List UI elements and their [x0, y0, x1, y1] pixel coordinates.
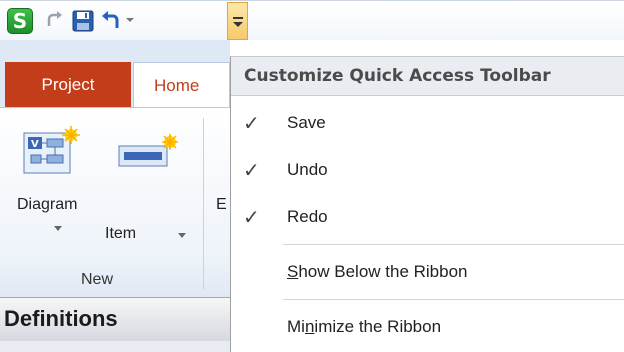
menu-item-undo[interactable]: ✓ Undo — [231, 148, 624, 194]
app-logo-icon[interactable]: S — [7, 8, 33, 34]
menu-item-label: Redo — [287, 207, 328, 226]
svg-text:V: V — [31, 139, 39, 150]
menu-item-save[interactable]: ✓ Save — [231, 101, 624, 147]
ribbon-group-label: New — [81, 271, 114, 288]
definitions-panel-title: Definitions — [0, 297, 230, 341]
menu-item-label: Minimize the Ribbon — [287, 317, 441, 337]
redo-icon[interactable] — [43, 9, 67, 33]
checkmark-icon: ✓ — [243, 205, 260, 229]
access-key: S — [287, 262, 299, 281]
chevron-down-icon[interactable] — [126, 18, 134, 22]
customize-toolbar-button[interactable] — [227, 2, 248, 40]
item-button-label[interactable]: Item — [105, 225, 136, 243]
label-text: Mi — [287, 317, 305, 336]
access-key: n — [304, 317, 315, 336]
menu-separator — [283, 299, 624, 300]
menu-separator — [283, 244, 624, 245]
diagram-button-label[interactable]: Diagram — [17, 196, 77, 214]
customize-toolbar-icon — [233, 17, 243, 19]
checkmark-icon: ✓ — [243, 111, 260, 135]
menu-item-label: Save — [287, 113, 326, 132]
panel-body — [0, 341, 230, 352]
chevron-down-icon[interactable] — [54, 226, 62, 231]
menu-item-label: Show Below the Ribbon — [287, 262, 468, 282]
quick-access-toolbar: S — [0, 0, 624, 40]
tab-home[interactable]: Home — [133, 62, 230, 108]
menu-item-show-below-ribbon[interactable]: Show Below the Ribbon — [231, 250, 624, 296]
menu-item-redo[interactable]: ✓ Redo — [231, 195, 624, 241]
new-diagram-icon[interactable]: V — [23, 125, 81, 175]
menu-title: Customize Quick Access Toolbar — [231, 57, 624, 96]
undo-icon[interactable] — [99, 9, 123, 33]
customize-toolbar-menu: Customize Quick Access Toolbar ✓ Save ✓ … — [230, 56, 624, 352]
group-separator — [203, 118, 204, 290]
menu-item-label: Undo — [287, 160, 328, 179]
save-icon[interactable] — [71, 9, 95, 33]
chevron-down-icon[interactable] — [178, 233, 186, 238]
checkmark-icon: ✓ — [243, 158, 260, 182]
label-text: imize the Ribbon — [314, 317, 442, 336]
menu-item-minimize-ribbon[interactable]: Minimize the Ribbon — [231, 305, 624, 351]
new-item-icon[interactable] — [118, 134, 180, 170]
chevron-down-icon — [233, 22, 243, 27]
truncated-button-label[interactable]: E — [216, 196, 227, 214]
label-text: how Below the Ribbon — [298, 262, 468, 281]
tab-project[interactable]: Project — [5, 62, 131, 107]
